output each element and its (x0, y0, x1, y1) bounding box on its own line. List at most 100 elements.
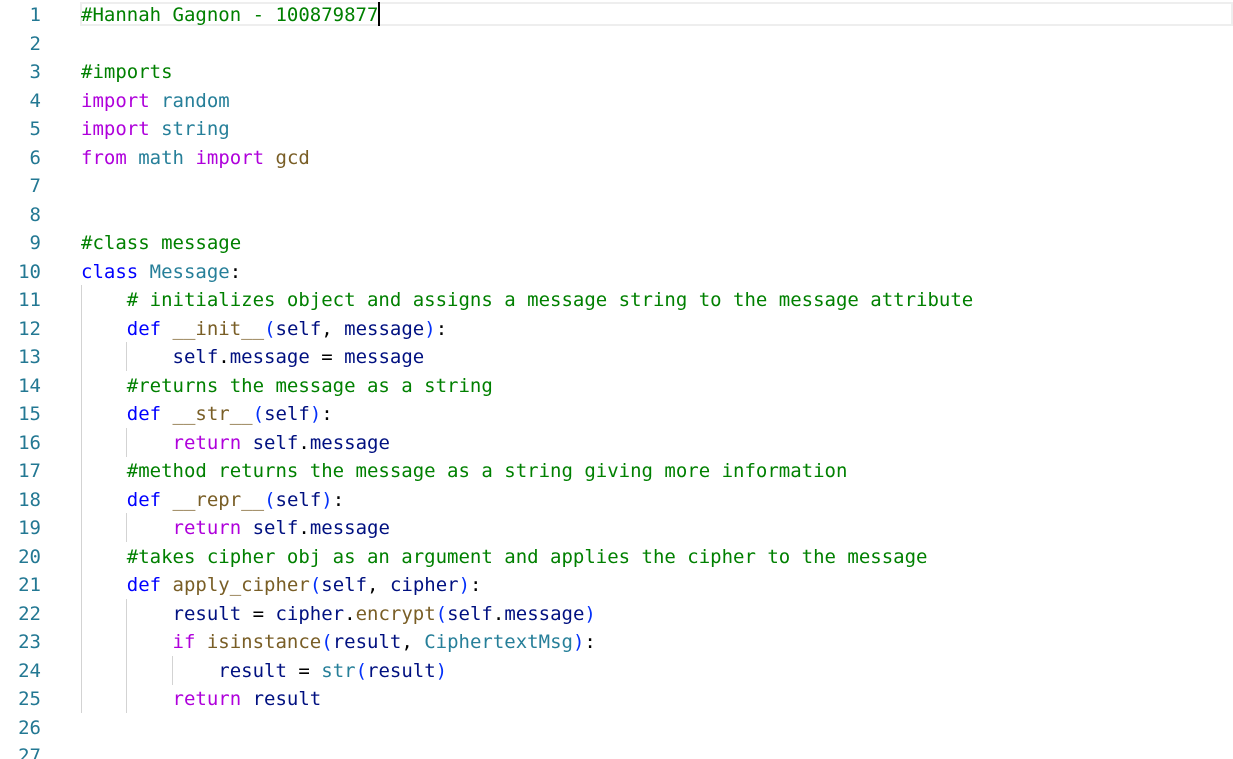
line-number: 4 (29, 89, 41, 112)
code-line[interactable]: 7 (0, 172, 1233, 201)
line-number: 7 (29, 175, 41, 197)
code-token: , (367, 574, 390, 596)
code-text: import random (81, 87, 230, 116)
code-line[interactable]: 6 from math import gcd (0, 144, 1233, 173)
code-token: import (81, 118, 150, 140)
code-token: #imports (81, 61, 173, 83)
code-token: , (401, 631, 425, 653)
code-token: result (172, 602, 242, 625)
code-line[interactable]: 24 result = str(result) (0, 657, 1233, 686)
code-token: ) (321, 488, 333, 511)
code-token: # initializes object and assigns a messa… (126, 289, 974, 311)
code-text: #method returns the message as a string … (81, 457, 848, 486)
code-text: self.message = message (81, 343, 425, 372)
code-token: return (172, 688, 242, 710)
code-token: def (126, 403, 162, 425)
code-token: #method returns the message as a string … (126, 460, 848, 482)
code-token: #class message (81, 232, 242, 254)
code-token: result (252, 688, 322, 710)
line-number: 8 (29, 203, 41, 226)
code-token: CiphertextMsg (424, 631, 573, 653)
code-text: result = str(result) (81, 657, 447, 686)
code-token: result (332, 631, 402, 653)
code-token: ) (424, 317, 436, 340)
line-number: 24 (18, 659, 41, 682)
code-token: . (492, 602, 505, 625)
code-token: : (435, 317, 448, 340)
code-line[interactable]: 1 #Hannah Gagnon - 100879877 (0, 1, 1233, 30)
code-line[interactable]: 21 def apply_cipher(self, cipher): (0, 571, 1233, 600)
code-token: self (252, 517, 299, 539)
code-token: : (584, 631, 596, 653)
line-number: 5 (29, 118, 41, 140)
code-token: self (172, 346, 219, 368)
line-number: 23 (18, 631, 41, 653)
line-number: 17 (18, 460, 41, 482)
code-token: : (321, 403, 333, 425)
code-token: apply_cipher (172, 574, 310, 596)
code-line[interactable]: 26 (0, 714, 1233, 743)
code-token: cipher (389, 574, 459, 596)
code-line[interactable]: 10 class Message: (0, 258, 1233, 287)
code-token: self (447, 602, 493, 625)
code-token: result (367, 659, 436, 682)
text-cursor (378, 2, 381, 26)
code-text: return self.message (81, 514, 390, 543)
line-number: 3 (29, 61, 41, 83)
code-token: ) (435, 659, 448, 682)
code-line[interactable]: 27 (0, 742, 1233, 759)
code-line[interactable]: 14 #returns the message as a string (0, 372, 1233, 401)
code-text: from math import gcd (81, 144, 310, 173)
code-token: = (241, 602, 276, 625)
line-number: 20 (18, 545, 41, 568)
code-line[interactable]: 4 import random (0, 87, 1233, 116)
code-token: : (229, 260, 242, 283)
code-line[interactable]: 11 # initializes object and assigns a me… (0, 286, 1233, 315)
code-line[interactable]: 2 (0, 30, 1233, 59)
code-line[interactable]: 22 result = cipher.encrypt(self.message) (0, 600, 1233, 629)
code-token: ( (264, 488, 276, 511)
code-text: class Message: (81, 258, 241, 287)
code-token: message (309, 517, 390, 539)
code-token: ( (435, 602, 448, 625)
code-token: ( (355, 659, 368, 682)
code-line[interactable]: 8 (0, 201, 1233, 230)
code-token: __repr__ (172, 488, 265, 511)
code-line[interactable]: 23 if isinstance(result, CiphertextMsg): (0, 628, 1233, 657)
code-line[interactable]: 3 #imports (0, 58, 1233, 87)
line-number: 25 (18, 688, 41, 710)
code-token: __str__ (172, 403, 253, 425)
code-text: #Hannah Gagnon - 100879877 (81, 1, 381, 30)
code-text: import string (81, 115, 230, 144)
code-text: if isinstance(result, CiphertextMsg): (81, 628, 596, 657)
line-number: 12 (18, 317, 41, 340)
code-line[interactable]: 13 self.message = message (0, 343, 1233, 372)
code-line[interactable]: 20 #takes cipher obj as an argument and … (0, 543, 1233, 572)
code-token: . (298, 517, 310, 539)
code-line[interactable]: 12 def __init__(self, message): (0, 315, 1233, 344)
code-line[interactable]: 25 return result (0, 685, 1233, 714)
code-token: def (126, 317, 162, 340)
line-number: 14 (18, 374, 41, 397)
code-line[interactable]: 19 return self.message (0, 514, 1233, 543)
code-line[interactable]: 18 def __repr__(self): (0, 486, 1233, 515)
code-line[interactable]: 9 #class message (0, 229, 1233, 258)
code-line[interactable]: 15 def __str__(self): (0, 400, 1233, 429)
code-line[interactable]: 17 #method returns the message as a stri… (0, 457, 1233, 486)
code-line[interactable]: 16 return self.message (0, 429, 1233, 458)
code-editor[interactable]: 1 #Hannah Gagnon - 100879877 2 3 #imports 4 im… (0, 0, 1233, 759)
code-line[interactable]: 5 import string (0, 115, 1233, 144)
